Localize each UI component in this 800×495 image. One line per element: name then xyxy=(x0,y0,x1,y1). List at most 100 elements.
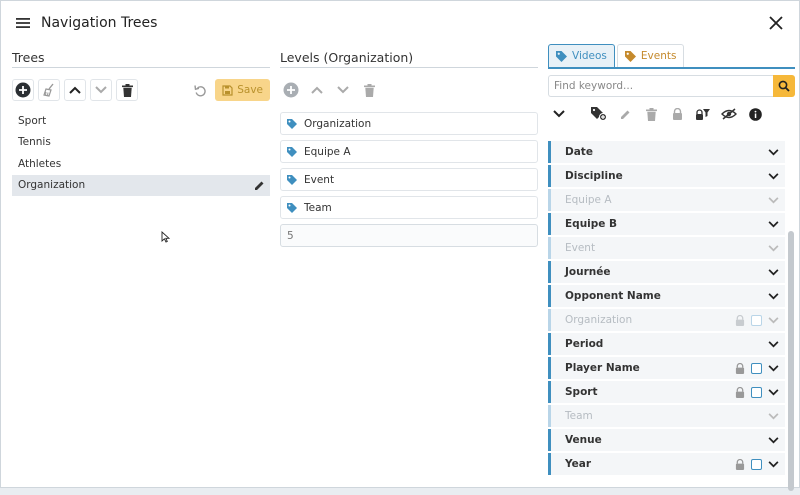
chevron-down-icon[interactable] xyxy=(768,364,779,372)
info-button[interactable] xyxy=(744,103,766,125)
delete-level-button[interactable] xyxy=(358,79,380,101)
field-organization[interactable]: Organization xyxy=(548,309,785,331)
field-discipline[interactable]: Discipline xyxy=(548,165,785,187)
level-item-equipe-a[interactable]: Equipe A xyxy=(280,140,538,163)
chevron-down-icon xyxy=(553,110,565,118)
add-tree-button[interactable] xyxy=(12,79,34,101)
chevron-down-icon[interactable] xyxy=(768,196,779,204)
add-level-button[interactable] xyxy=(280,79,302,101)
menu-button[interactable] xyxy=(13,13,33,33)
tab-events[interactable]: Events xyxy=(616,44,685,67)
field-label: Period xyxy=(565,338,604,350)
tree-item-tennis[interactable]: Tennis xyxy=(12,132,270,154)
level-list: Organization Equipe A Event Team xyxy=(280,112,538,247)
pencil-icon xyxy=(255,181,264,190)
level-item-label: Equipe A xyxy=(304,145,351,158)
tree-item-athletes[interactable]: Athletes xyxy=(12,153,270,175)
level-move-down-button[interactable] xyxy=(332,79,354,101)
chevron-down-icon[interactable] xyxy=(768,220,779,228)
search-button[interactable] xyxy=(773,75,795,97)
add-circle-icon xyxy=(15,82,31,98)
chevron-down-icon[interactable] xyxy=(768,172,779,180)
lock-filter-icon xyxy=(696,108,710,120)
field-list-scrollbar[interactable] xyxy=(787,135,795,495)
field-checkbox[interactable] xyxy=(751,314,762,326)
tag-icon xyxy=(556,50,567,62)
field-journee[interactable]: Journée xyxy=(548,261,785,283)
chevron-down-icon[interactable] xyxy=(768,340,779,348)
search-row xyxy=(548,75,795,97)
tree-item-label: Athletes xyxy=(18,157,62,170)
collapse-all-button[interactable] xyxy=(548,103,570,125)
field-equipe-b[interactable]: Equipe B xyxy=(548,213,785,235)
trees-panel: Trees Save Sport Tennis Athletes Organiz… xyxy=(12,45,270,487)
field-player-name[interactable]: Player Name xyxy=(548,357,785,379)
field-venue[interactable]: Venue xyxy=(548,429,785,451)
new-level-input[interactable] xyxy=(280,224,538,247)
scrollbar-thumb[interactable] xyxy=(788,231,794,491)
navigation-trees-dialog: Navigation Trees Trees Save Sport Tennis… xyxy=(0,0,800,491)
tree-item-organization[interactable]: Organization xyxy=(12,174,270,196)
field-year[interactable]: Year xyxy=(548,453,785,475)
tab-videos[interactable]: Videos xyxy=(548,44,615,67)
level-move-up-button[interactable] xyxy=(306,79,328,101)
chevron-down-icon[interactable] xyxy=(768,412,779,420)
level-item-organization[interactable]: Organization xyxy=(280,112,538,135)
lock-icon xyxy=(735,458,745,470)
move-up-button[interactable] xyxy=(64,79,86,101)
chevron-down-icon[interactable] xyxy=(768,292,779,300)
eye-off-icon xyxy=(721,108,737,120)
tree-item-sport[interactable]: Sport xyxy=(12,110,270,132)
lock-icon xyxy=(735,314,745,326)
chevron-down-icon[interactable] xyxy=(768,436,779,444)
edit-tree-button[interactable] xyxy=(254,180,265,191)
chevron-down-icon[interactable] xyxy=(768,388,779,396)
edit-tag-button[interactable] xyxy=(614,103,636,125)
search-input[interactable] xyxy=(548,75,773,97)
tree-item-label: Sport xyxy=(18,114,47,127)
delete-tree-button[interactable] xyxy=(116,79,138,101)
tree-item-label: Organization xyxy=(18,179,86,192)
chevron-down-icon xyxy=(337,86,349,94)
undo-button[interactable] xyxy=(189,79,211,101)
delete-tag-button[interactable] xyxy=(640,103,662,125)
chevron-down-icon[interactable] xyxy=(768,244,779,252)
field-sport[interactable]: Sport xyxy=(548,381,785,403)
field-date[interactable]: Date xyxy=(548,141,785,163)
chevron-down-icon[interactable] xyxy=(768,148,779,156)
levels-title: Levels (Organization) xyxy=(280,45,538,68)
chevron-up-icon xyxy=(69,86,81,94)
levels-panel: Levels (Organization) Organization Equip… xyxy=(280,45,538,487)
chevron-down-icon[interactable] xyxy=(768,268,779,276)
move-down-button[interactable] xyxy=(90,79,112,101)
level-item-event[interactable]: Event xyxy=(280,168,538,191)
lock-filter-button[interactable] xyxy=(692,103,714,125)
add-tag-button[interactable] xyxy=(588,103,610,125)
chevron-down-icon[interactable] xyxy=(768,460,779,468)
field-label: Equipe A xyxy=(565,194,612,206)
tag-icon xyxy=(624,50,636,62)
keywords-toolbar xyxy=(548,101,795,127)
field-label: Opponent Name xyxy=(565,290,661,302)
field-opponent-name[interactable]: Opponent Name xyxy=(548,285,785,307)
save-button[interactable]: Save xyxy=(215,79,270,101)
add-circle-icon xyxy=(283,82,299,98)
field-label: Team xyxy=(565,410,593,422)
clear-tree-button[interactable] xyxy=(38,79,60,101)
tab-bar: Videos Events xyxy=(548,44,795,69)
field-label: Year xyxy=(565,458,592,470)
field-checkbox[interactable] xyxy=(751,386,762,398)
hide-tags-button[interactable] xyxy=(718,103,740,125)
field-checkbox[interactable] xyxy=(751,458,762,470)
close-button[interactable] xyxy=(765,12,787,34)
field-checkbox[interactable] xyxy=(751,362,762,374)
field-event[interactable]: Event xyxy=(548,237,785,259)
tree-list: Sport Tennis Athletes Organization xyxy=(12,110,270,196)
tag-icon xyxy=(287,146,297,157)
field-team[interactable]: Team xyxy=(548,405,785,427)
field-period[interactable]: Period xyxy=(548,333,785,355)
chevron-down-icon[interactable] xyxy=(768,316,779,324)
level-item-team[interactable]: Team xyxy=(280,196,538,219)
lock-tag-button[interactable] xyxy=(666,103,688,125)
field-equipe-a[interactable]: Equipe A xyxy=(548,189,785,211)
